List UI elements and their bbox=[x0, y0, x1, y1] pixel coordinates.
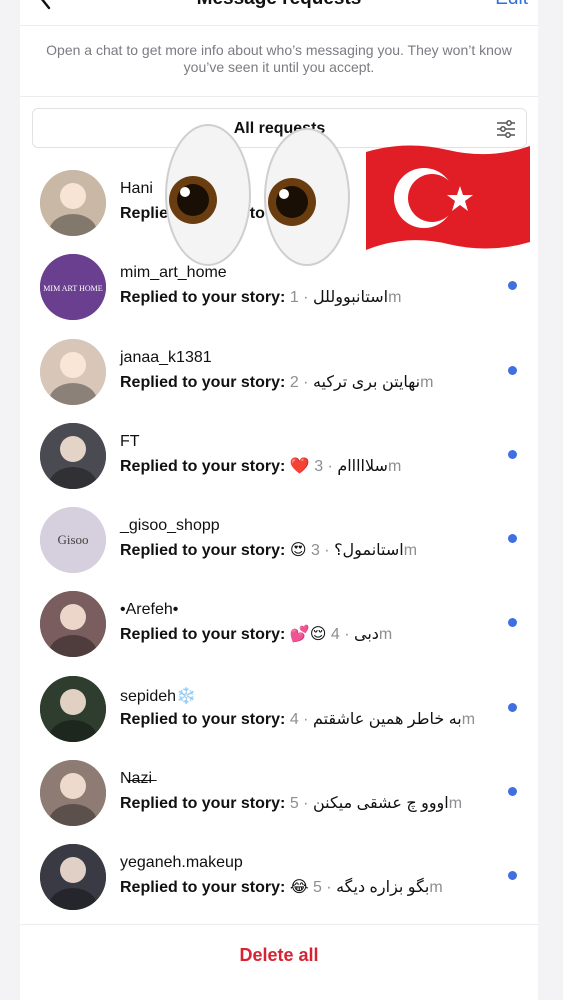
message-preview: Replied to your story: استانبووللل · 1m bbox=[120, 289, 402, 307]
eye-emoji-left-sticker bbox=[165, 124, 251, 266]
message-text: استانبووللل bbox=[312, 289, 389, 307]
filter-sliders-icon[interactable] bbox=[496, 119, 516, 139]
username: Hani bbox=[120, 180, 153, 197]
unread-dot bbox=[508, 534, 517, 544]
request-row[interactable]: Gisoo _gisoo_shopp Replied to your story: … bbox=[20, 497, 538, 581]
avatar-logo-text: Gisoo bbox=[57, 532, 88, 547]
info-text: Open a chat to get more info about who’s… bbox=[46, 42, 512, 75]
avatar[interactable]: Gisoo bbox=[40, 507, 106, 574]
unread-dot bbox=[508, 365, 517, 375]
eye-emoji-right-sticker bbox=[264, 128, 350, 266]
delete-all-button[interactable]: Delete all bbox=[20, 945, 538, 966]
request-row[interactable]: N̶a̶z̶i̶ Replied to your story: اووو چ عش… bbox=[20, 750, 538, 834]
avatar[interactable] bbox=[40, 338, 106, 405]
top-bar: Message requests Edit bbox=[20, 0, 538, 26]
request-list: HaniReplied to your story: سلامMIM ART H… bbox=[20, 160, 538, 919]
message-preview: Replied to your story: 💕😌 دبی · 4m bbox=[120, 626, 393, 644]
message-preview: Replied to your story: 😍 استانمول؟ · 3m bbox=[120, 542, 418, 560]
username: N̶a̶z̶i̶ bbox=[120, 770, 153, 788]
unread-dot bbox=[508, 702, 517, 712]
preview-prefix: Replied to your story: bbox=[120, 289, 286, 307]
avatar[interactable] bbox=[40, 844, 106, 911]
message-preview: Replied to your story: به خاطر همین عاشق… bbox=[120, 710, 476, 728]
username: yeganeh.makeup bbox=[120, 854, 243, 872]
message-preview: Replied to your story: ❤️ سلااااام · 3m bbox=[120, 457, 402, 475]
message-text: 😍 استانمول؟ bbox=[289, 542, 404, 560]
username: sepideh❄️ bbox=[120, 687, 196, 705]
request-row[interactable]: yeganeh.makeup Replied to your story: 😂 ب… bbox=[20, 834, 538, 918]
username: _gisoo_shopp bbox=[120, 517, 220, 535]
message-preview: Replied to your story: اووو چ عشقی میکنن… bbox=[120, 795, 463, 813]
unread-dot bbox=[508, 787, 517, 797]
unread-dot bbox=[508, 871, 517, 881]
request-row[interactable]: sepideh❄️ Replied to your story: به خاطر … bbox=[20, 666, 538, 750]
request-row[interactable]: janaa_k1381 Replied to your story: نهایتن… bbox=[20, 329, 538, 413]
avatar[interactable] bbox=[40, 170, 106, 236]
avatar[interactable] bbox=[40, 591, 106, 658]
unread-dot bbox=[508, 618, 517, 628]
divider bbox=[20, 96, 538, 97]
avatar[interactable] bbox=[40, 675, 106, 742]
preview-prefix: Replied to your story: bbox=[120, 879, 286, 897]
username: janaa_k1381 bbox=[120, 348, 212, 366]
avatar-logo-text: MIM ART HOME bbox=[43, 284, 102, 293]
message-text: به خاطر همین عاشقتم bbox=[312, 710, 462, 728]
turkey-flag-sticker bbox=[366, 145, 530, 250]
avatar[interactable] bbox=[40, 422, 106, 489]
page-title: Message requests bbox=[20, 0, 538, 10]
avatar[interactable] bbox=[40, 760, 106, 827]
message-text: 😂 بگو بزاره دیگه bbox=[289, 879, 430, 897]
preview-prefix: Replied to your story: bbox=[120, 710, 286, 728]
preview-prefix: Replied to your story: bbox=[120, 542, 286, 560]
username: FT bbox=[120, 432, 140, 450]
message-preview: Replied to your story: نهایتن بری ترکیه … bbox=[120, 373, 434, 391]
avatar[interactable]: MIM ART HOME bbox=[40, 254, 106, 321]
unread-dot bbox=[508, 281, 517, 291]
preview-prefix: Replied to your story: bbox=[120, 795, 286, 813]
footer: Delete all bbox=[20, 924, 538, 1000]
preview-prefix: Replied to your story: bbox=[120, 373, 286, 391]
message-text: ❤️ سلااااام bbox=[289, 457, 388, 475]
preview-prefix: Replied to your story: bbox=[120, 626, 286, 644]
request-row[interactable]: •Arefeh• Replied to your story: 💕😌 دبی · … bbox=[20, 581, 538, 665]
edit-button[interactable]: Edit bbox=[495, 0, 528, 10]
unread-dot bbox=[508, 449, 517, 459]
message-preview: Replied to your story: 😂 بگو بزاره دیگه … bbox=[120, 879, 443, 897]
request-row[interactable]: FT Replied to your story: ❤️ سلااااام · 3… bbox=[20, 413, 538, 497]
message-text: اووو چ عشقی میکنن bbox=[312, 795, 449, 813]
username: •Arefeh• bbox=[120, 601, 179, 619]
message-text: نهایتن بری ترکیه bbox=[312, 373, 421, 391]
preview-prefix: Replied to your story: bbox=[120, 457, 286, 475]
